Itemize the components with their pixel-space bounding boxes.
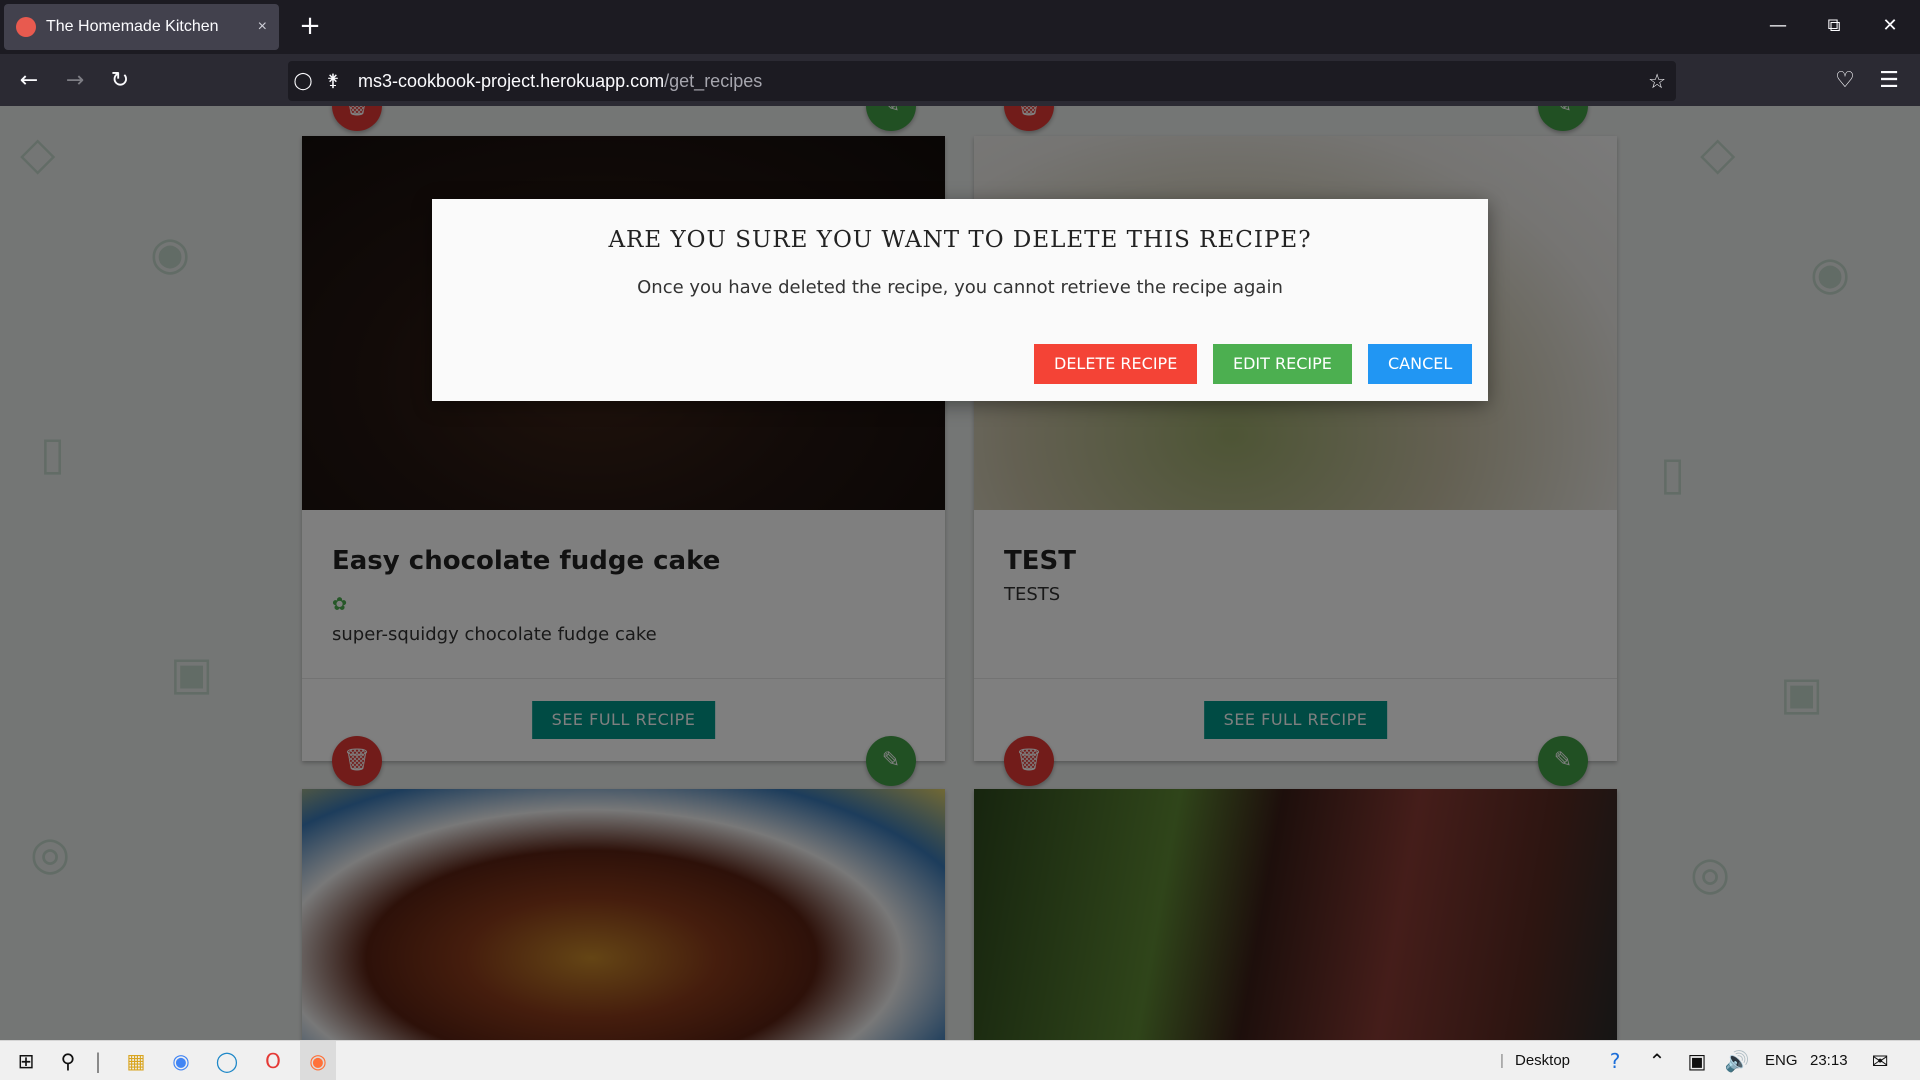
edit-recipe-button[interactable]: EDIT RECIPE	[1213, 344, 1352, 384]
pocket-icon[interactable]: ♡	[1828, 64, 1862, 98]
cancel-button[interactable]: CANCEL	[1368, 344, 1473, 384]
show-hidden-icons-icon[interactable]: ⌃	[1642, 1041, 1672, 1080]
url-host: ms3-cookbook-project.herokuapp.com	[358, 70, 665, 91]
tab-close-icon[interactable]: ×	[258, 18, 267, 36]
restore-icon[interactable]: ⧉	[1816, 10, 1852, 42]
tab-bar: The Homemade Kitchen × + — ⧉ ✕	[0, 0, 1920, 54]
desktop-toolbar-label[interactable]: Desktop	[1515, 1041, 1570, 1080]
tab-title: The Homemade Kitchen	[46, 18, 219, 35]
minimize-icon[interactable]: —	[1760, 10, 1796, 42]
reload-icon[interactable]: ↻	[103, 64, 137, 98]
shield-icon[interactable]: ◯	[288, 71, 318, 91]
file-explorer-icon[interactable]: ▦	[118, 1041, 154, 1080]
edge-icon[interactable]: ◯	[209, 1041, 245, 1080]
notifications-icon[interactable]: ✉	[1862, 1041, 1898, 1080]
delete-recipe-button[interactable]: DELETE RECIPE	[1034, 344, 1198, 384]
windows-start-icon[interactable]: ⊞	[8, 1041, 44, 1080]
url-path: /get_recipes	[664, 70, 763, 91]
url-bar[interactable]: ◯ ⚵ ms3-cookbook-project.herokuapp.com/g…	[288, 61, 1676, 101]
forward-icon[interactable]: →	[58, 64, 92, 98]
chrome-icon[interactable]: ◉	[163, 1041, 199, 1080]
help-icon[interactable]: ?	[1600, 1041, 1630, 1080]
volume-icon[interactable]: 🔊	[1722, 1041, 1752, 1080]
bookmark-star-icon[interactable]: ☆	[1648, 69, 1666, 94]
lock-icon[interactable]: ⚵	[318, 71, 348, 91]
close-window-icon[interactable]: ✕	[1872, 10, 1908, 42]
navigation-bar: ← → ↻ ◯ ⚵ ms3-cookbook-project.herokuapp…	[0, 54, 1920, 106]
site-favicon-icon	[16, 17, 36, 37]
modal-message: Once you have deleted the recipe, you ca…	[637, 277, 1283, 298]
page-content: ◇ ◉ ▯ ▣ ◎ ◇ ◉ ▯ ▣ ◎ 🗑 ✎ 🗑 ✎ Easy chocola…	[0, 106, 1920, 1040]
modal-heading: ARE YOU SURE YOU WANT TO DELETE THIS REC…	[608, 227, 1312, 253]
new-tab-button[interactable]: +	[292, 8, 328, 44]
taskbar-separator: |	[1500, 1052, 1504, 1069]
network-icon[interactable]: ▣	[1682, 1041, 1712, 1080]
menu-icon[interactable]: ☰	[1872, 64, 1906, 98]
taskbar: ⊞ ⚲ | ▦ ◉ ◯ O ◉ | Desktop ? ⌃ ▣ 🔊 ENG 23…	[0, 1040, 1920, 1080]
search-icon[interactable]: ⚲	[50, 1041, 86, 1080]
opera-icon[interactable]: O	[255, 1041, 291, 1080]
firefox-icon[interactable]: ◉	[300, 1041, 336, 1080]
clock[interactable]: 23:13	[1810, 1041, 1848, 1080]
taskbar-divider: |	[94, 1049, 102, 1073]
delete-confirmation-modal: ARE YOU SURE YOU WANT TO DELETE THIS REC…	[432, 199, 1488, 401]
back-icon[interactable]: ←	[12, 64, 46, 98]
browser-tab[interactable]: The Homemade Kitchen ×	[4, 4, 279, 50]
language-indicator[interactable]: ENG	[1765, 1041, 1798, 1080]
